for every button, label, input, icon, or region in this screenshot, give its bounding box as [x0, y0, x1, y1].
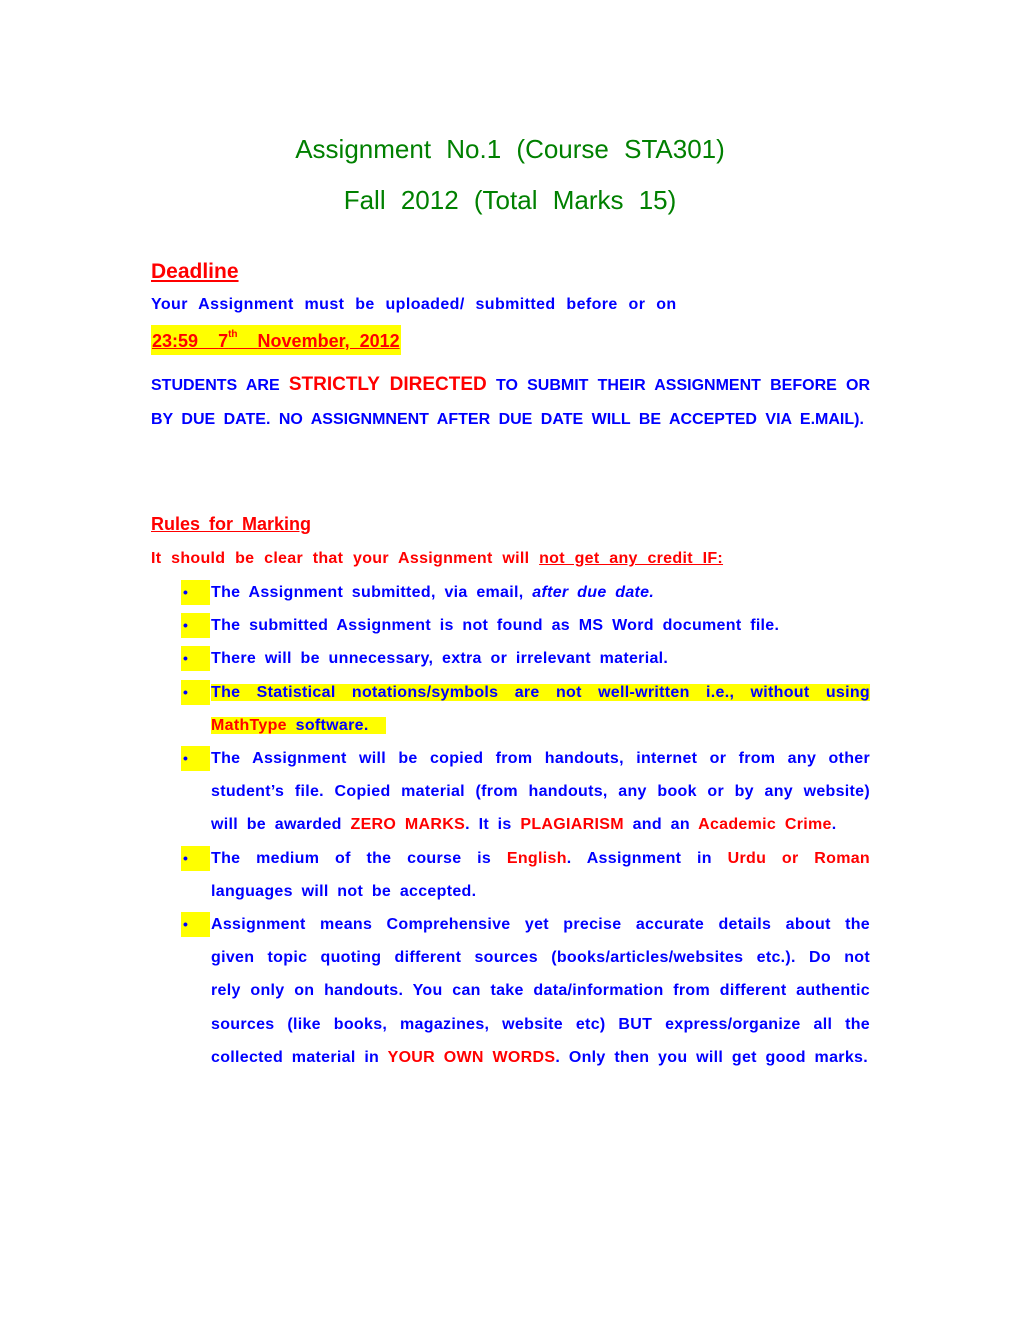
rule-emphasis: YOUR OWN WORDS	[387, 1048, 556, 1066]
bullet-icon: •	[181, 646, 210, 672]
rule-text: and an	[623, 816, 699, 834]
rule-item: • Assignment means Comprehensive yet pre…	[151, 908, 870, 1074]
rule-item: • The Assignment will be copied from han…	[151, 742, 870, 842]
bullet-icon: •	[181, 845, 210, 871]
bullet-icon: •	[181, 613, 210, 639]
rule-emphasis: after due date.	[532, 584, 655, 601]
rule-emphasis: ZERO MARKS	[350, 816, 466, 834]
rule-emphasis: English	[506, 849, 567, 867]
rule-text: The Assignment submitted, via email,	[211, 584, 533, 601]
rule-text: There will be unnecessary, extra or irre…	[211, 650, 669, 668]
deadline-time: 23:59	[152, 331, 199, 351]
rule-text: languages will not be accepted.	[211, 882, 477, 900]
assignment-title: Assignment No.1 (Course STA301)	[295, 134, 725, 164]
rules-intro: It should be clear that your Assignment …	[151, 550, 723, 568]
rules-intro-underlined: not get any credit IF:	[539, 550, 724, 567]
rule-item: • There will be unnecessary, extra or ir…	[151, 642, 870, 675]
deadline-heading: Deadline	[151, 260, 239, 283]
deadline-text: Your Assignment must be uploaded/ submit…	[151, 296, 677, 313]
rule-emphasis: Urdu or Roman	[727, 849, 870, 867]
rule-emphasis: Academic Crime	[698, 816, 832, 834]
rule-item: • The submitted Assignment is not found …	[151, 609, 870, 642]
rule-emphasis: MathType	[211, 716, 287, 734]
rule-text: The submitted Assignment is not found as…	[211, 617, 780, 635]
rules-heading: Rules for Marking	[151, 514, 312, 534]
rules-intro-text: It should be clear that your Assignment …	[151, 550, 540, 567]
rule-text: . Only then you will get good marks.	[555, 1048, 868, 1066]
rules-list: • The Assignment submitted, via email, a…	[151, 576, 870, 1074]
notice-emphasis: STRICTLY DIRECTED	[288, 374, 487, 395]
rule-highlighted: The Statistical notations/symbols are no…	[211, 683, 870, 734]
rule-emphasis: PLAGIARISM	[520, 816, 624, 834]
bullet-icon: •	[181, 912, 210, 938]
bullet-icon: •	[181, 580, 210, 605]
rule-text-end: software.	[286, 716, 369, 734]
notice-text: STUDENTS ARE	[151, 377, 289, 394]
rule-item: • The Assignment submitted, via email, a…	[151, 576, 870, 609]
submission-notice: STUDENTS ARE STRICTLY DIRECTED TO SUBMIT…	[151, 368, 870, 437]
rule-text: The medium of the course is	[211, 849, 507, 867]
rule-item: • The medium of the course is English. A…	[151, 842, 870, 908]
deadline-month-year: November, 2012	[257, 331, 400, 351]
bullet-icon: •	[181, 679, 210, 705]
rule-text: Assignment means Comprehensive yet preci…	[211, 916, 870, 1066]
bullet-icon: •	[181, 746, 210, 772]
deadline-day: 7	[218, 331, 229, 351]
term-and-marks: Fall 2012 (Total Marks 15)	[343, 185, 677, 215]
rule-text: .	[831, 816, 837, 834]
rule-item: • The Statistical notations/symbols are …	[151, 676, 870, 742]
rule-text: The Statistical notations/symbols are no…	[211, 683, 870, 701]
rule-text: . It is	[465, 816, 521, 834]
deadline-date: 23:59 7th November, 2012	[151, 325, 401, 355]
rule-text: . Assignment in	[566, 849, 728, 867]
deadline-day-suffix: th	[228, 329, 238, 340]
